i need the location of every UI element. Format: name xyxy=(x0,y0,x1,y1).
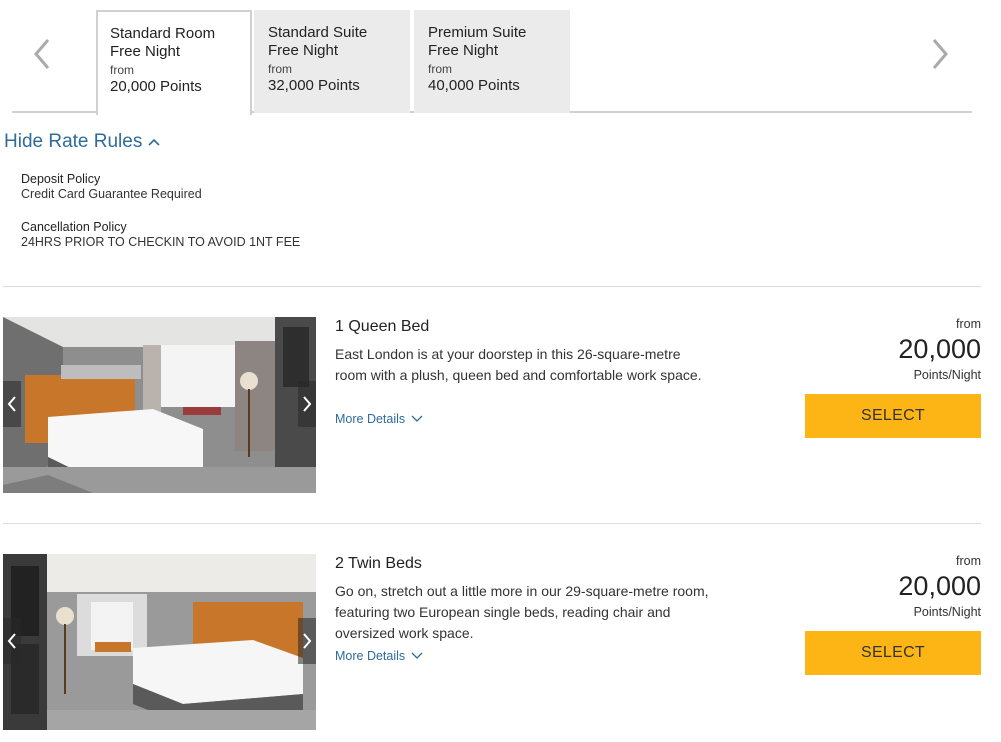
tab-title-line2: Free Night xyxy=(110,43,181,60)
chevron-right-icon xyxy=(303,396,312,412)
price-unit: Points/Night xyxy=(913,605,981,619)
tab-title-line2: Free Night xyxy=(428,42,499,59)
more-details-label: More Details xyxy=(335,412,406,426)
cancellation-policy-title: Cancellation Policy xyxy=(21,220,127,234)
select-button[interactable]: SELECT xyxy=(805,394,981,438)
tab-points: 32,000 Points xyxy=(268,77,360,94)
rate-tab-bar: Standard Room Free Night from 20,000 Poi… xyxy=(12,10,972,115)
more-details-label: More Details xyxy=(335,649,406,663)
cancellation-policy: Cancellation Policy 24HRS PRIOR TO CHECK… xyxy=(21,220,300,250)
price-value: 20,000 xyxy=(898,571,981,601)
deposit-policy-text: Credit Card Guarantee Required xyxy=(21,187,202,201)
tab-points: 40,000 Points xyxy=(428,77,520,94)
tab-standard-suite[interactable]: Standard Suite Free Night from 32,000 Po… xyxy=(254,10,410,113)
more-details-link[interactable]: More Details xyxy=(335,649,423,663)
room-title: 2 Twin Beds xyxy=(335,555,422,572)
tab-points: 20,000 Points xyxy=(110,78,202,95)
price-value: 20,000 xyxy=(898,334,981,364)
chevron-up-icon xyxy=(148,138,160,146)
divider xyxy=(3,286,981,287)
tab-title-line2: Free Night xyxy=(268,42,339,59)
tab-title-line1: Standard Room xyxy=(110,25,216,42)
tab-from-label: from xyxy=(428,62,452,76)
rate-rules-label: Hide Rate Rules xyxy=(4,131,143,152)
photo-next-button[interactable] xyxy=(298,381,316,427)
price-unit: Points/Night xyxy=(913,368,981,382)
more-details-link[interactable]: More Details xyxy=(335,412,423,426)
tab-title-line1: Premium Suite xyxy=(428,24,527,41)
room-title: 1 Queen Bed xyxy=(335,318,430,335)
tab-standard-room[interactable]: Standard Room Free Night from 20,000 Poi… xyxy=(96,10,252,115)
tab-from-label: from xyxy=(268,62,292,76)
chevron-left-icon xyxy=(7,396,16,412)
deposit-policy: Deposit Policy Credit Card Guarantee Req… xyxy=(21,172,202,202)
chevron-left-icon xyxy=(7,633,16,649)
room-photo xyxy=(3,554,316,730)
chevron-down-icon xyxy=(411,652,423,659)
tab-from-label: from xyxy=(110,63,134,77)
tab-premium-suite[interactable]: Premium Suite Free Night from 40,000 Poi… xyxy=(414,10,570,113)
next-arrow-icon[interactable] xyxy=(924,34,954,74)
price-from-label: from xyxy=(956,554,981,568)
photo-prev-button[interactable] xyxy=(3,381,21,427)
room-description: East London is at your doorstep in this … xyxy=(335,346,702,383)
previous-arrow-icon[interactable] xyxy=(28,34,58,74)
cancellation-policy-text: 24HRS PRIOR TO CHECKIN TO AVOID 1NT FEE xyxy=(21,235,301,249)
deposit-policy-title: Deposit Policy xyxy=(21,172,101,186)
tab-title-line1: Standard Suite xyxy=(268,24,368,41)
price-from-label: from xyxy=(956,317,981,331)
room-card-twin: 2 Twin Beds Go on, stretch out a little … xyxy=(3,554,981,732)
photo-prev-button[interactable] xyxy=(3,618,21,664)
chevron-down-icon xyxy=(411,415,423,422)
room-description: Go on, stretch out a little more in our … xyxy=(335,583,709,641)
photo-next-button[interactable] xyxy=(298,618,316,664)
hide-rate-rules-toggle[interactable]: Hide Rate Rules xyxy=(4,131,160,153)
room-photo xyxy=(3,317,316,493)
divider xyxy=(3,523,981,524)
room-card-queen: 1 Queen Bed East London is at your doors… xyxy=(3,317,981,495)
select-button[interactable]: SELECT xyxy=(805,631,981,675)
chevron-right-icon xyxy=(303,633,312,649)
